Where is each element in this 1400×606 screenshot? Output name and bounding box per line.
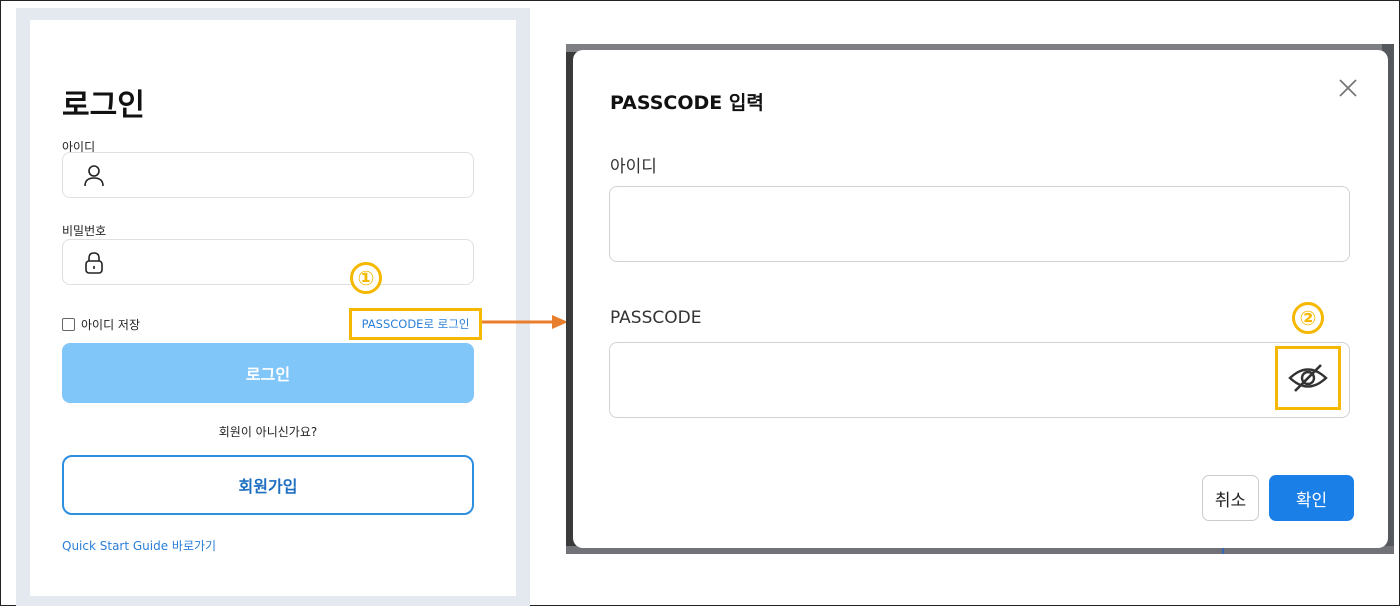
dialog-passcode-input[interactable] xyxy=(609,342,1350,418)
remember-id[interactable]: 아이디 저장 xyxy=(62,316,140,333)
remember-label: 아이디 저장 xyxy=(81,318,141,332)
user-icon xyxy=(84,165,104,187)
login-button[interactable]: 로그인 xyxy=(62,343,474,403)
password-label: 비밀번호 xyxy=(62,224,107,238)
toggle-visibility-button[interactable] xyxy=(1275,346,1341,410)
passcode-dialog xyxy=(573,50,1388,548)
id-field[interactable] xyxy=(62,152,474,198)
remember-checkbox[interactable] xyxy=(62,318,75,331)
arrow-icon xyxy=(482,315,568,329)
close-icon[interactable] xyxy=(1336,76,1360,100)
cancel-button[interactable]: 취소 xyxy=(1202,475,1259,521)
dialog-id-input[interactable] xyxy=(609,186,1350,262)
password-field[interactable] xyxy=(62,239,474,285)
dialog-id-label: 아이디 xyxy=(610,157,657,177)
signup-button[interactable]: 회원가입 xyxy=(62,455,474,515)
eye-off-icon xyxy=(1288,364,1328,392)
step-2-badge: ② xyxy=(1292,302,1324,334)
dialog-title: PASSCODE 입력 xyxy=(610,92,764,114)
not-member-text: 회원이 아니신가요? xyxy=(218,425,318,439)
dialog-passcode-label: PASSCODE xyxy=(610,308,702,328)
confirm-button[interactable]: 확인 xyxy=(1269,475,1354,521)
step-1-badge: ① xyxy=(350,262,382,294)
quick-start-guide-link[interactable]: Quick Start Guide 바로가기 xyxy=(62,537,216,554)
lock-icon xyxy=(85,252,103,274)
login-title: 로그인 xyxy=(62,88,145,123)
passcode-login-link[interactable]: PASSCODE로 로그인 xyxy=(349,308,482,340)
